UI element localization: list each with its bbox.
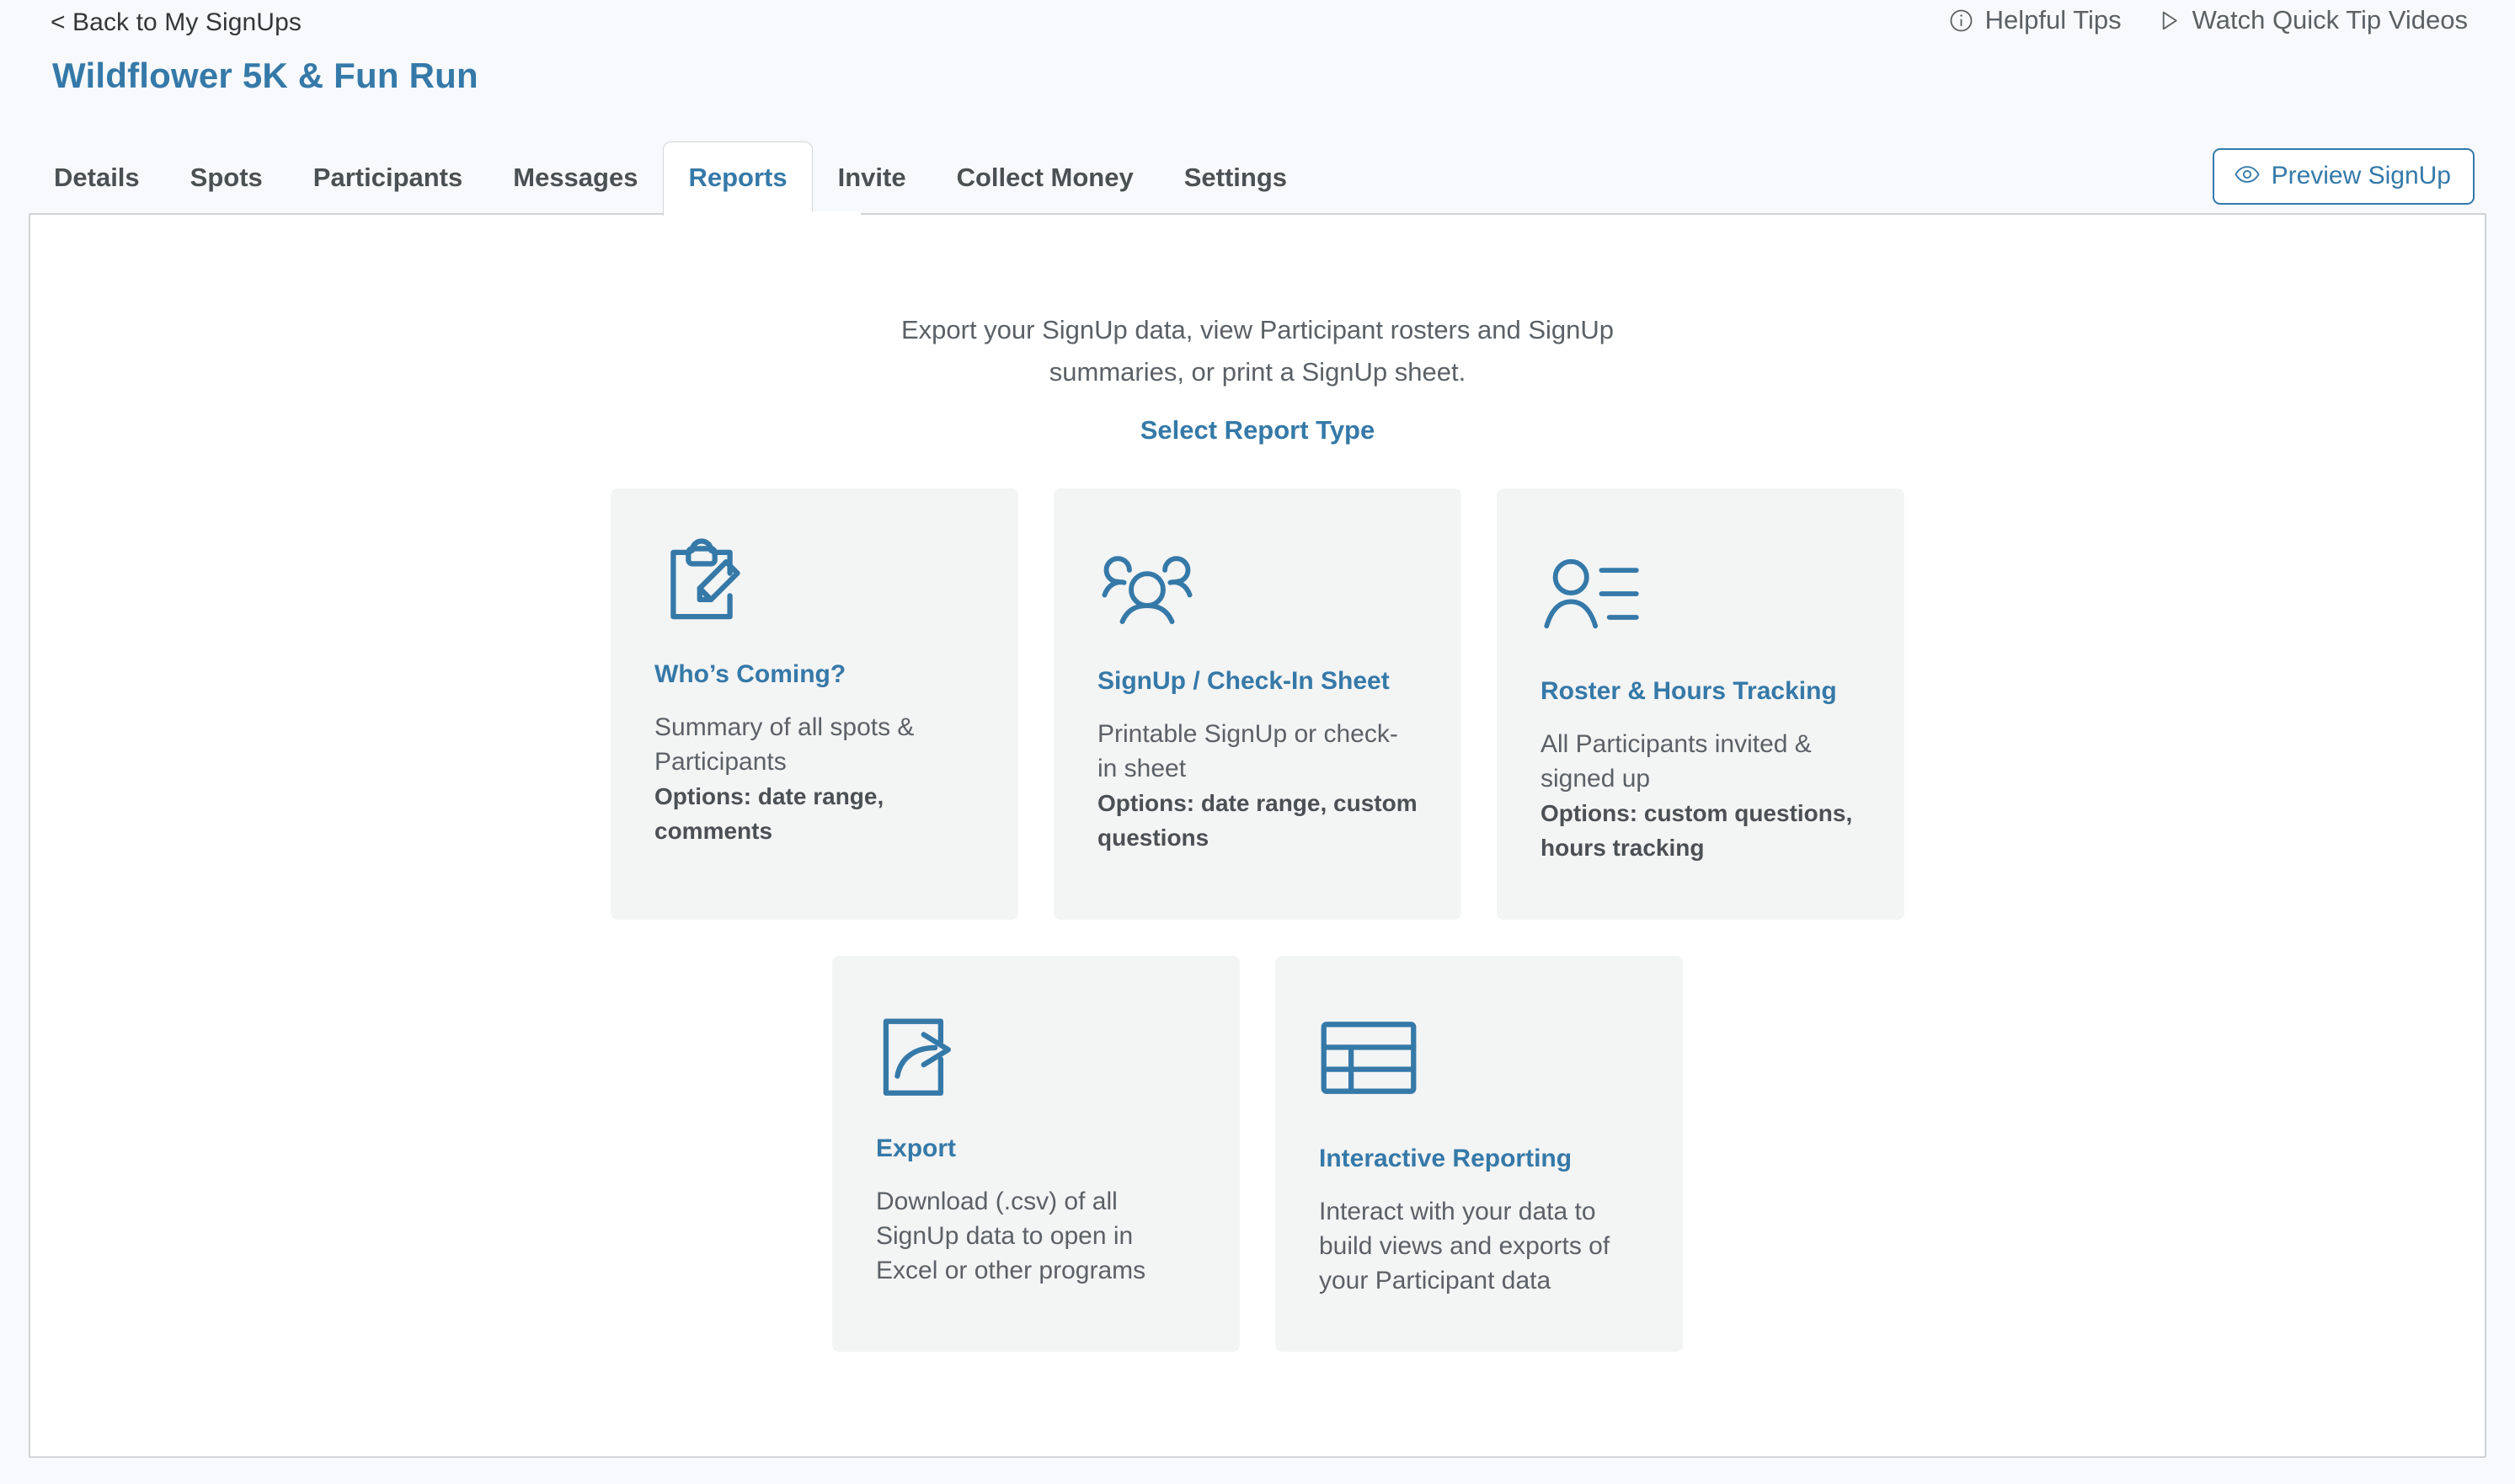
intro-line-1: Export your SignUp data, view Participan… [900,315,1615,344]
tab-bar: Details Spots Participants Messages Repo… [0,141,2515,216]
eye-icon [2234,162,2260,190]
report-card-options: Options: custom questions, hours trackin… [1541,800,1853,861]
play-triangle-icon [2155,8,2181,34]
export-share-icon [876,1008,1196,1108]
table-grid-icon [1319,1018,1639,1118]
tabs-list: Details Spots Participants Messages Repo… [29,141,1312,216]
helpful-tips-label: Helpful Tips [1984,5,2122,35]
report-card-title: Roster & Hours Tracking [1541,677,1837,705]
utility-links: Helpful Tips Watch Quick Tip Videos [1948,5,2468,35]
intro-line-2: summaries, or print a SignUp sheet. [1049,357,1466,387]
report-card-roster-hours-tracking[interactable]: Roster & Hours Tracking All Participants… [1497,488,1904,920]
report-card-description: Summary of all spots & Participants [654,713,915,776]
tab-details[interactable]: Details [29,141,165,216]
preview-signup-button[interactable]: Preview SignUp [2212,148,2475,205]
intro-text: Export your SignUp data, view Participan… [30,309,2485,393]
report-card-export[interactable]: Export Download (.csv) of all SignUp dat… [832,956,1240,1352]
tab-settings[interactable]: Settings [1159,141,1312,216]
preview-signup-label: Preview SignUp [2271,162,2451,190]
report-card-description: Interact with your data to build views a… [1319,1198,1610,1294]
people-group-icon [1097,544,1418,643]
watch-videos-label: Watch Quick Tip Videos [2192,5,2468,35]
report-card-whos-coming[interactable]: Who’s Coming? Summary of all spots & Par… [611,488,1018,920]
active-tab-seam [701,211,861,216]
tab-collect-money[interactable]: Collect Money [932,141,1159,216]
helpful-tips-link[interactable]: Helpful Tips [1948,5,2122,35]
select-report-type-heading[interactable]: Select Report Type [30,415,2485,446]
tab-participants[interactable]: Participants [288,141,488,216]
tab-invite[interactable]: Invite [813,141,932,216]
report-card-description: Printable SignUp or check-in sheet [1097,720,1398,782]
back-to-my-signups-link[interactable]: < Back to My SignUps [51,8,302,37]
report-card-title: SignUp / Check-In Sheet [1097,667,1390,695]
report-cards-row-2: Export Download (.csv) of all SignUp dat… [30,956,2485,1352]
report-card-options: Options: date range, custom questions [1097,790,1418,851]
top-utility-bar: < Back to My SignUps Helpful Tips Watch … [0,0,2515,52]
reports-page: < Back to My SignUps Helpful Tips Watch … [0,0,2515,1484]
tab-spots[interactable]: Spots [165,141,288,216]
tab-reports[interactable]: Reports [663,141,813,216]
clipboard-pencil-icon [654,537,974,637]
report-cards-row-1: Who’s Coming? Summary of all spots & Par… [30,488,2485,920]
report-card-title: Interactive Reporting [1319,1145,1573,1172]
person-list-icon [1541,554,1861,654]
report-card-title: Who’s Coming? [654,660,846,688]
report-card-description: Download (.csv) of all SignUp data to op… [876,1188,1146,1284]
report-card-title: Export [876,1134,957,1162]
page-title: Wildflower 5K & Fun Run [52,56,478,95]
report-card-interactive-reporting[interactable]: Interactive Reporting Interact with your… [1275,956,1683,1352]
watch-quick-tip-videos-link[interactable]: Watch Quick Tip Videos [2155,5,2468,35]
info-circle-icon [1948,8,1974,34]
tab-messages[interactable]: Messages [488,141,663,216]
reports-content-panel: Export your SignUp data, view Participan… [29,213,2486,1458]
report-card-signup-checkin-sheet[interactable]: SignUp / Check-In Sheet Printable SignUp… [1054,488,1461,920]
report-card-description: All Participants invited & signed up [1541,730,1812,793]
report-card-options: Options: date range, comments [654,783,884,844]
